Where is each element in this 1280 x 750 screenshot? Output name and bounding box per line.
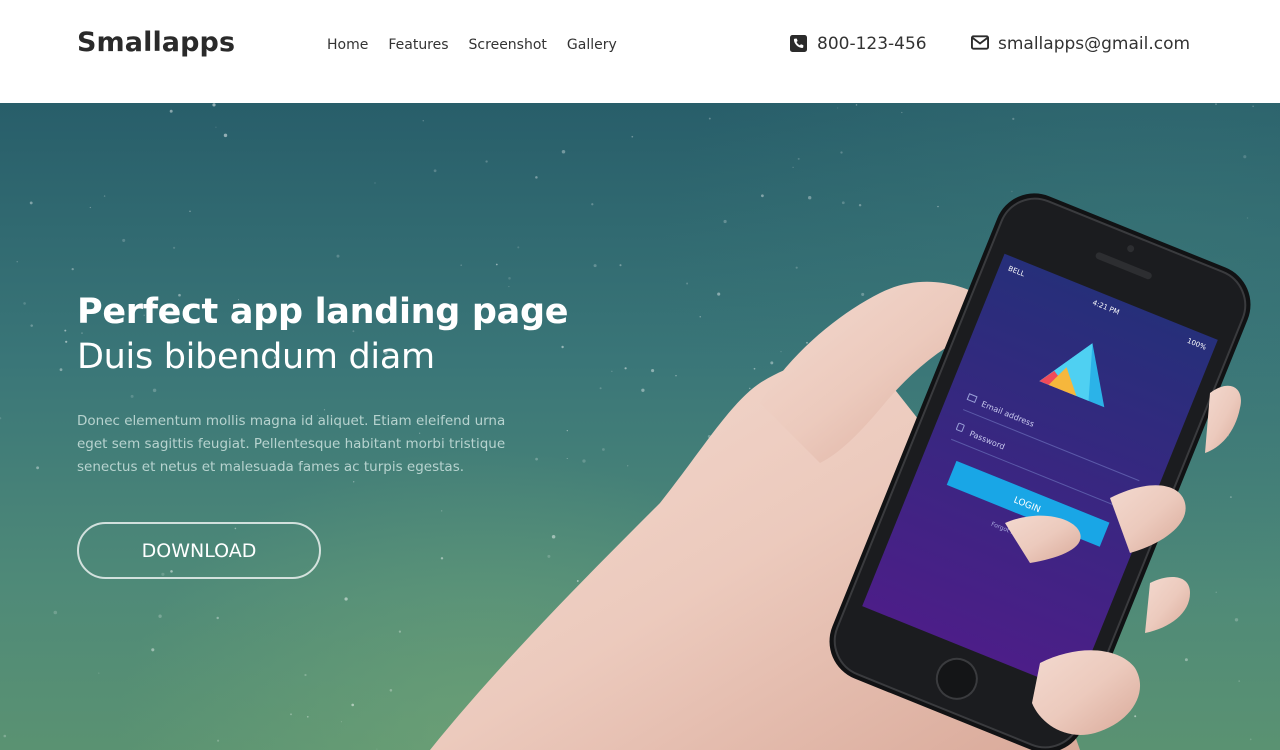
envelope-icon bbox=[971, 35, 989, 53]
nav-screenshot[interactable]: Screenshot bbox=[469, 37, 547, 53]
contact-phone: 800-123-456 bbox=[790, 34, 927, 54]
nav-home[interactable]: Home bbox=[327, 37, 368, 53]
main-nav: Home Features Screenshot Gallery bbox=[327, 37, 617, 53]
nav-features[interactable]: Features bbox=[388, 37, 448, 53]
hand-holding-phone-illustration: BELL 4:21 PM 100% Email address Password… bbox=[430, 193, 1251, 750]
hand-finger-3 bbox=[1145, 577, 1190, 633]
brand-logo[interactable]: Smallapps bbox=[77, 27, 235, 58]
hand-finger-4 bbox=[1205, 385, 1241, 453]
phone-square-icon bbox=[790, 35, 808, 53]
site-header: Smallapps Home Features Screenshot Galle… bbox=[0, 0, 1280, 103]
hero-section: Perfect app landing page Duis bibendum d… bbox=[0, 103, 1280, 750]
hand-finger-5 bbox=[1032, 650, 1141, 735]
email-address[interactable]: smallapps@gmail.com bbox=[998, 34, 1190, 54]
contact-email: smallapps@gmail.com bbox=[971, 34, 1190, 54]
nav-gallery[interactable]: Gallery bbox=[567, 37, 617, 53]
phone-number[interactable]: 800-123-456 bbox=[817, 34, 927, 54]
